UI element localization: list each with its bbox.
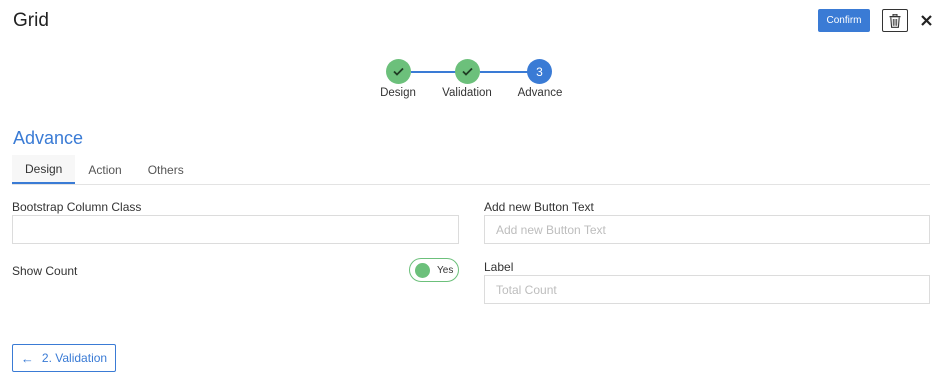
delete-button[interactable] xyxy=(882,9,908,32)
bootstrap-column-class-label: Bootstrap Column Class xyxy=(12,200,142,214)
step-advance[interactable]: 3 xyxy=(527,59,552,84)
tab-action[interactable]: Action xyxy=(75,155,134,184)
add-new-button-text-label: Add new Button Text xyxy=(484,200,594,214)
step-label-design: Design xyxy=(380,87,416,99)
section-heading: Advance xyxy=(13,128,84,148)
check-icon xyxy=(393,67,404,76)
close-button[interactable] xyxy=(916,9,936,32)
tab-design[interactable]: Design xyxy=(12,155,76,184)
step-connector-2 xyxy=(480,71,528,73)
tab-divider xyxy=(12,184,930,185)
close-icon xyxy=(920,15,932,26)
step-connector-1 xyxy=(411,71,456,73)
previous-step-label: 2. Validation xyxy=(41,351,108,365)
page-title: Grid xyxy=(13,10,49,31)
trash-icon xyxy=(889,13,901,28)
tab-others[interactable]: Others xyxy=(135,155,197,184)
show-count-toggle[interactable]: Yes xyxy=(409,258,459,282)
toggle-text: Yes xyxy=(437,264,454,276)
previous-step-button[interactable]: ← 2. Validation xyxy=(12,344,116,372)
step-validation[interactable] xyxy=(455,59,480,84)
check-icon xyxy=(462,67,473,76)
bootstrap-column-class-input[interactable] xyxy=(12,215,459,244)
tab-bar: Design Action Others xyxy=(12,155,197,184)
step-label-validation: Validation xyxy=(442,87,492,99)
add-new-button-text-input[interactable] xyxy=(484,215,930,244)
count-label-input[interactable] xyxy=(484,275,930,304)
toggle-knob xyxy=(415,262,430,278)
show-count-label: Show Count xyxy=(12,264,78,278)
step-label-advance: Advance xyxy=(517,87,563,99)
arrow-left-icon: ← xyxy=(20,350,34,366)
count-label-label: Label xyxy=(484,260,514,274)
step-design[interactable] xyxy=(386,59,411,84)
confirm-button[interactable]: Confirm xyxy=(818,9,870,32)
